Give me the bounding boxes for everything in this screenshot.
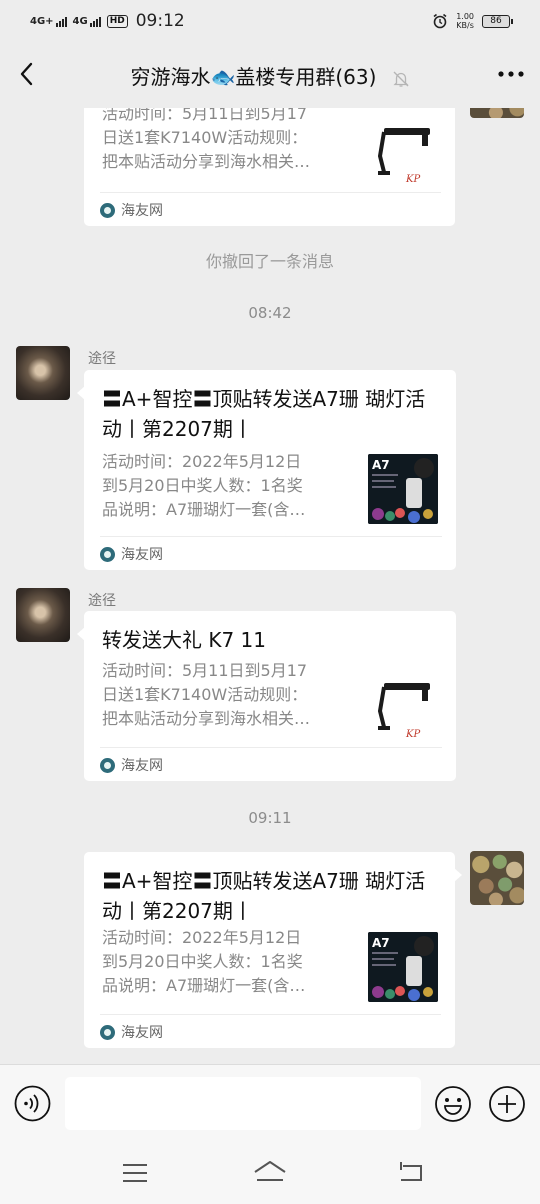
- card-description: 活动时间：5月11日到5月17 日送1套K7140W活动规则： 把本贴活动分享到…: [102, 661, 311, 728]
- emoji-icon[interactable]: [434, 1085, 472, 1123]
- signal-bars-icon: [89, 16, 101, 27]
- card-source-label: 海友网: [121, 547, 163, 563]
- alarm-icon: [433, 13, 447, 29]
- card-thumbnail-lamp: KP: [370, 116, 442, 188]
- card-thumbnail-lamp: KP: [370, 671, 442, 743]
- system-navigation-bar: [0, 1142, 540, 1204]
- menu-icon[interactable]: [120, 1160, 150, 1186]
- card-source-label: 海友网: [121, 203, 163, 219]
- card-title: 〓A+智控〓顶贴转发送A7珊 瑚灯活动丨第2207期丨: [102, 869, 426, 923]
- haiyou-logo-icon: [100, 202, 115, 218]
- avatar-self[interactable]: [470, 851, 524, 905]
- svg-text:KP: KP: [405, 174, 420, 185]
- haiyou-logo-icon: [100, 1024, 115, 1040]
- card-source-label: 海友网: [121, 758, 163, 774]
- chevron-left-icon[interactable]: [14, 60, 42, 88]
- card-description: 活动时间：2022年5月12日 到5月20日中奖人数：1名奖 品说明：A7珊瑚灯…: [102, 452, 306, 519]
- a7-product-image: A7: [368, 454, 438, 524]
- chat-title-wrap: 穷游海水🐟盖楼专用群(63): [130, 61, 409, 90]
- home-icon[interactable]: [252, 1158, 288, 1188]
- signal-4g-plus: 4G+: [30, 16, 67, 27]
- sender-name: 途径: [88, 351, 116, 367]
- link-card[interactable]: 〓A+智控〓顶贴转发送A7珊 瑚灯活动丨第2207期丨 活动时间：2022年5月…: [77, 370, 456, 570]
- thumb-logo: KP: [405, 729, 420, 740]
- card-description: 活动时间：2022年5月12日 到5月20日中奖人数：1名奖 品说明：A7珊瑚灯…: [102, 928, 306, 995]
- link-card[interactable]: 转发送大礼 K7 11 活动时间：5月11日到5月17 日送1套K7140W活动…: [77, 611, 456, 781]
- timestamp: 09:11: [248, 809, 292, 827]
- hd-badge: HD: [106, 14, 128, 28]
- card-description: 活动时间：5月11日到5月17 日送1套K7140W活动规则： 把本贴活动分享到…: [102, 108, 311, 171]
- avatar-sender[interactable]: [16, 346, 70, 400]
- card-thumbnail-a7: A7: [368, 932, 438, 1002]
- network-speed: 1.00 KB/s: [456, 12, 474, 30]
- chat-header: 穷游海水🐟盖楼专用群(63): [0, 42, 540, 108]
- a7-product-image: A7: [368, 932, 438, 1002]
- status-time: 09:12: [135, 11, 185, 31]
- card-thumbnail-a7: A7: [368, 454, 438, 524]
- card-source: 海友网: [100, 755, 163, 775]
- card-divider: [100, 1014, 441, 1015]
- signal-bars-icon: [55, 16, 67, 27]
- lamp-image: KP: [377, 683, 430, 740]
- signal-4g: 4G: [73, 16, 101, 27]
- card-source-label: 海友网: [121, 1025, 163, 1041]
- card-source: 海友网: [100, 544, 163, 564]
- network-type-label: 4G+: [30, 15, 54, 27]
- link-card[interactable]: 活动时间：5月11日到5月17 日送1套K7140W活动规则： 把本贴活动分享到…: [84, 108, 455, 226]
- speed-unit: KB/s: [456, 21, 474, 30]
- status-bar: 4G+ 4G HD 09:12 1.00 KB/s 86: [0, 0, 540, 42]
- chat-message-list[interactable]: 活动时间：5月11日到5月17 日送1套K7140W活动规则： 把本贴活动分享到…: [0, 108, 540, 1064]
- thumb-label: A7: [372, 936, 390, 950]
- back-icon[interactable]: [395, 1158, 427, 1188]
- avatar-sender[interactable]: [16, 588, 70, 642]
- message-input[interactable]: [65, 1077, 421, 1130]
- speed-value: 1.00: [456, 12, 474, 21]
- battery-icon: 86: [482, 14, 513, 28]
- message-input-bar: [0, 1064, 540, 1142]
- sender-name: 途径: [88, 593, 116, 609]
- card-title: 转发送大礼 K7 11: [102, 628, 267, 652]
- timestamp: 08:42: [248, 304, 292, 322]
- thumb-label: A7: [372, 458, 390, 472]
- chat-title: 穷游海水🐟盖楼专用群(63): [130, 64, 377, 89]
- card-title: 〓A+智控〓顶贴转发送A7珊 瑚灯活动丨第2207期丨: [102, 387, 426, 441]
- haiyou-logo-icon: [100, 546, 115, 562]
- voice-icon[interactable]: [14, 1085, 51, 1122]
- card-source: 海友网: [100, 200, 163, 220]
- avatar-self[interactable]: [470, 108, 524, 118]
- card-divider: [100, 536, 442, 537]
- bell-off-icon: [392, 71, 409, 87]
- card-divider: [100, 747, 442, 748]
- haiyou-logo-icon: [100, 757, 115, 773]
- network-type-label: 4G: [72, 15, 88, 27]
- link-card[interactable]: 〓A+智控〓顶贴转发送A7珊 瑚灯活动丨第2207期丨 活动时间：2022年5月…: [84, 852, 462, 1048]
- lamp-image: KP: [377, 128, 430, 185]
- recall-notice: 你撤回了一条消息: [205, 252, 334, 271]
- plus-icon[interactable]: [488, 1085, 526, 1123]
- card-divider: [100, 192, 441, 193]
- more-dots-icon[interactable]: [496, 60, 526, 88]
- card-source: 海友网: [100, 1022, 163, 1042]
